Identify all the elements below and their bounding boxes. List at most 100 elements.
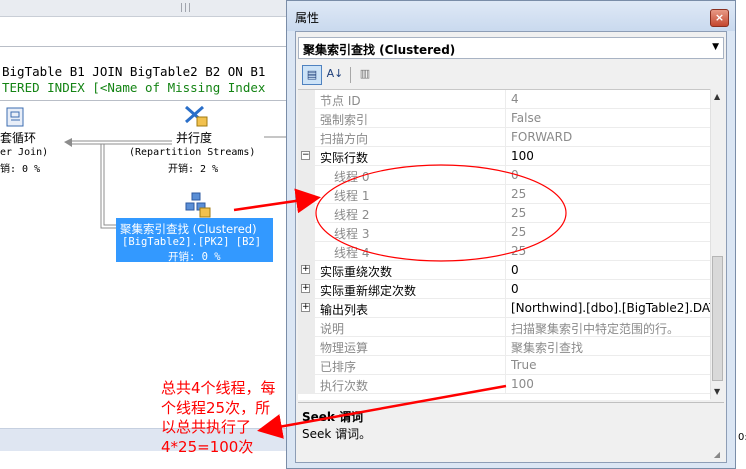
property-row[interactable]: 物理运算 聚集索引查找 — [298, 337, 710, 356]
row-gutter — [298, 185, 315, 204]
scroll-up-icon[interactable]: ▲ — [714, 92, 720, 101]
selected-operator-clustered-index-seek[interactable]: 聚集索引查找 (Clustered) [BigTable2].[PK2] [B2… — [116, 218, 273, 263]
alphabetical-sort-icon[interactable]: A↓ — [325, 65, 345, 85]
property-row[interactable]: + 实际重绕次数 0 — [298, 261, 710, 280]
property-name: 物理运算 — [320, 341, 369, 355]
property-name: 强制索引 — [320, 113, 369, 127]
property-pages-icon[interactable]: ▥ — [355, 65, 375, 85]
property-row[interactable]: 执行次数 100 — [298, 375, 710, 394]
property-value: True — [511, 358, 537, 372]
scroll-down-icon[interactable]: ▼ — [714, 387, 720, 396]
column-separator — [505, 280, 506, 299]
property-value: 25 — [511, 244, 527, 258]
column-separator — [505, 90, 506, 109]
toolbar-separator — [350, 67, 351, 83]
row-gutter — [298, 166, 315, 185]
properties-titlebar[interactable]: 属性 × — [287, 1, 735, 31]
property-value: 0 — [511, 168, 519, 182]
missing-index-hint[interactable]: TERED INDEX [<Name of Missing Index — [2, 80, 265, 95]
property-grid: 节点 ID 4 强制索引 False 扫描方向 FORWARD − 实际行数 100 线程 00线… — [298, 89, 710, 400]
op-seek-sub: [BigTable2].[PK2] [B2] — [122, 236, 262, 248]
property-row[interactable]: 强制索引 False — [298, 109, 710, 128]
column-separator — [505, 185, 506, 204]
column-separator — [505, 147, 506, 166]
row-gutter — [298, 128, 315, 147]
property-row[interactable]: 说明 扫描聚集索引中特定范围的行。 — [298, 318, 710, 337]
property-name: 线程 4 — [334, 246, 370, 260]
parallelism-icon[interactable] — [183, 104, 209, 128]
property-value: False — [511, 111, 542, 125]
annotation-line: 个线程25次，所 — [161, 398, 271, 417]
plan-connectors — [64, 136, 290, 229]
annotation-line: 以总共执行了 — [161, 418, 252, 436]
row-gutter — [298, 375, 315, 394]
row-gutter — [298, 204, 315, 223]
property-row[interactable]: 扫描方向 FORWARD — [298, 128, 710, 147]
property-name: 实际重新绑定次数 — [320, 284, 417, 298]
column-separator — [505, 166, 506, 185]
column-separator — [505, 109, 506, 128]
column-separator — [505, 204, 506, 223]
plan-header-strip: ||| — [0, 0, 290, 17]
property-value: 聚集索引查找 — [511, 341, 584, 355]
property-row[interactable]: + 输出列表 [Northwind].[dbo].[BigTable2].DATA — [298, 299, 710, 318]
property-row[interactable]: 已排序 True — [298, 356, 710, 375]
categorized-icon[interactable]: ▤ — [302, 65, 322, 85]
row-gutter: − — [298, 147, 315, 166]
splitter-grip[interactable]: ||| — [180, 3, 192, 13]
row-gutter — [298, 242, 315, 261]
description-pane: Seek 谓词 Seek 谓词。 ◢ — [298, 402, 724, 461]
property-row[interactable]: 线程 2 25 — [298, 204, 710, 223]
property-name: 已排序 — [320, 360, 357, 374]
window-title: 属性 — [295, 11, 320, 25]
property-row[interactable]: − 实际行数 100 — [298, 147, 710, 166]
property-value: 扫描聚集索引中特定范围的行。 — [511, 322, 680, 336]
row-gutter — [298, 318, 315, 337]
properties-panel: 聚集索引查找 (Clustered) ▼ ▤ A↓ ▥ 节点 ID 4 强制索引 Fa… — [295, 31, 727, 463]
close-button[interactable]: × — [710, 9, 729, 27]
divider — [0, 100, 290, 101]
property-value: FORWARD — [511, 130, 573, 144]
object-selector-dropdown[interactable]: 聚集索引查找 (Clustered) ▼ — [298, 37, 724, 59]
row-gutter: + — [298, 299, 315, 318]
description-title: Seek 谓词 — [302, 410, 364, 424]
annotation-line: 4*25=100次 — [161, 437, 254, 456]
column-separator — [505, 223, 506, 242]
property-row[interactable]: 线程 3 25 — [298, 223, 710, 242]
divider — [0, 46, 290, 47]
property-row[interactable]: + 实际重新绑定次数 0 — [298, 280, 710, 299]
property-name: 线程 0 — [334, 170, 370, 184]
property-row[interactable]: 线程 4 25 — [298, 242, 710, 261]
nested-loops-icon[interactable] — [6, 106, 26, 128]
clustered-index-seek-icon[interactable] — [184, 192, 212, 218]
property-name: 执行次数 — [320, 379, 369, 393]
chevron-down-icon[interactable]: ▼ — [712, 42, 719, 52]
collapse-icon[interactable]: − — [301, 151, 310, 160]
property-row[interactable]: 线程 0 0 — [298, 166, 710, 185]
annotation-text: 总共4个线程，每 个线程25次，所 以总共执行了 4*25=100次 — [161, 379, 287, 457]
expand-icon[interactable]: + — [301, 284, 310, 293]
property-name: 说明 — [320, 322, 345, 336]
property-grid-scrollbar[interactable]: ▲ ▼ — [710, 89, 725, 399]
row-gutter — [298, 356, 315, 375]
property-row[interactable]: 线程 1 25 — [298, 185, 710, 204]
status-right-text: 0: — [738, 432, 746, 443]
column-separator — [505, 337, 506, 356]
scroll-thumb[interactable] — [712, 256, 723, 381]
property-name: 输出列表 — [320, 303, 369, 317]
property-name: 节点 ID — [320, 94, 361, 108]
property-row[interactable]: 节点 ID 4 — [298, 90, 710, 109]
property-value: 25 — [511, 206, 527, 220]
expand-icon[interactable]: + — [301, 303, 310, 312]
properties-window: 属性 × 聚集索引查找 (Clustered) ▼ ▤ A↓ ▥ 节点 ID 4 强… — [286, 0, 736, 469]
property-name: 实际行数 — [320, 151, 369, 165]
property-name: 线程 2 — [334, 208, 370, 222]
expand-icon[interactable]: + — [301, 265, 310, 274]
row-gutter — [298, 337, 315, 356]
row-gutter: + — [298, 280, 315, 299]
resize-grip-icon[interactable]: ◢ — [714, 450, 720, 459]
description-text: Seek 谓词。 — [302, 427, 372, 441]
column-separator — [505, 375, 506, 394]
row-gutter: + — [298, 261, 315, 280]
property-name: 实际重绕次数 — [320, 265, 393, 279]
